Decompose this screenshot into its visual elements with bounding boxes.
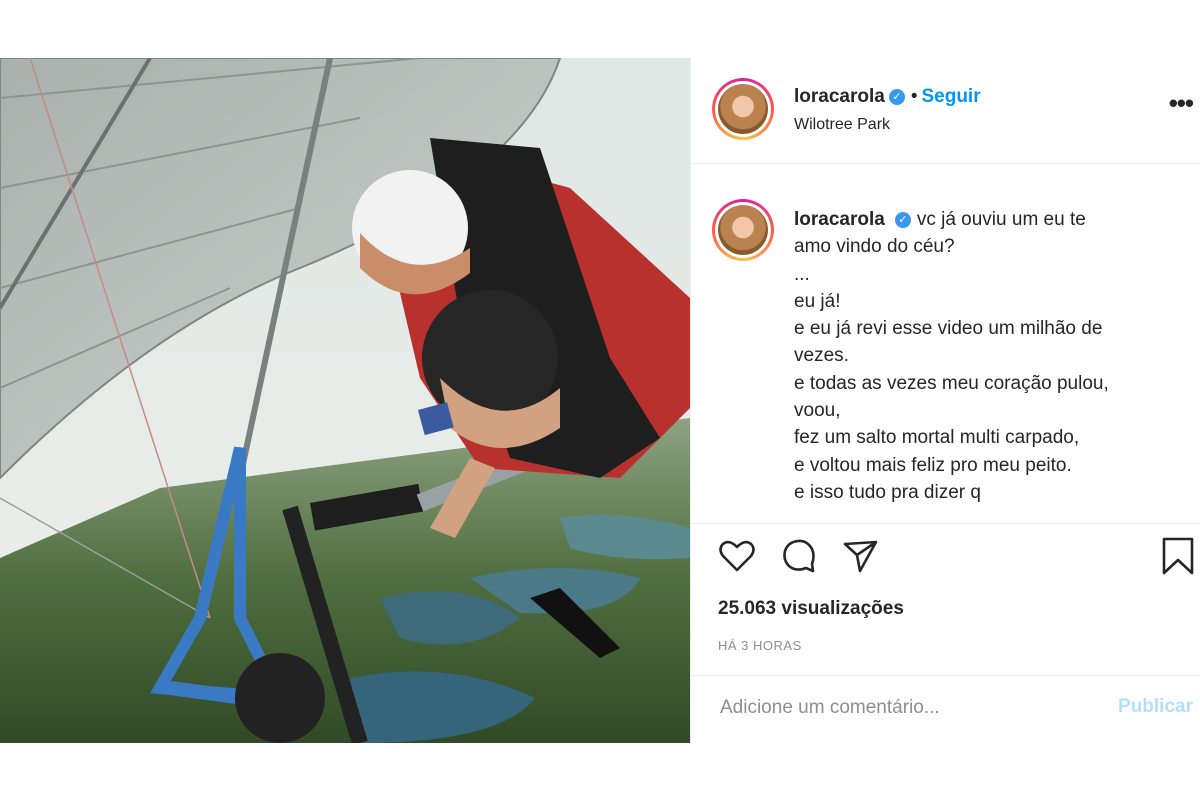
username-link[interactable]: loracarola [794,86,885,107]
caption-avatar-border [715,202,771,258]
avatar[interactable] [712,78,774,140]
caption-line: e isso tudo pra dizer q [794,481,981,503]
bookmark-icon[interactable] [1158,536,1198,576]
caption-verified-icon: ✓ [894,212,911,228]
avatar-border [715,81,771,137]
location-link[interactable]: Wilotree Park [794,116,890,134]
caption-line-text: vc já ouviu um eu te [916,209,1086,230]
caption-text: loracarola ✓ vc já ouviu um eu te amo vind… [794,206,1174,506]
caption-username[interactable]: loracarola [794,209,885,230]
caption-line: vezes. [794,345,849,367]
avatar-image [718,84,768,134]
caption-avatar[interactable] [712,199,774,261]
publish-button[interactable]: Publicar [1118,696,1193,718]
caption-line: e voltou mais feliz pro meu peito. [794,454,1072,476]
comment-input[interactable] [718,696,1052,720]
caption-line: fez um salto mortal multi carpado, [794,427,1080,449]
follow-button[interactable]: Seguir [921,86,980,107]
heart-icon[interactable] [717,536,757,576]
hang-gliding-image [0,58,690,743]
post-header: loracarola ✓ • Seguir Wilotree Park ••• [691,58,1200,164]
action-bar [691,536,1200,584]
caption-line: e eu já revi esse video um milhão de [794,318,1103,340]
header-user: loracarola ✓ • Seguir [794,86,981,108]
instagram-post: loracarola ✓ • Seguir Wilotree Park ••• lor… [0,58,1200,743]
comment-bar: Publicar [691,675,1200,743]
post-side-panel: loracarola ✓ • Seguir Wilotree Park ••• lor… [690,58,1200,743]
share-icon[interactable] [841,536,881,576]
caption-line: amo vindo do céu? [794,236,955,258]
verified-icon: ✓ [888,89,905,105]
more-options-icon[interactable]: ••• [1169,88,1194,119]
caption-line: voou, [794,400,841,422]
caption-line: e todas as vezes meu coração pulou, [794,372,1109,394]
caption-avatar-image [718,205,768,255]
separator-dot: • [910,86,918,107]
caption-area[interactable]: loracarola ✓ vc já ouviu um eu te amo vind… [691,164,1200,524]
post-photo[interactable] [0,58,690,743]
caption-line: eu já! [794,290,841,312]
caption-line: ... [794,263,810,285]
comment-icon[interactable] [779,536,819,576]
views-count[interactable]: 25.063 visualizações [718,598,904,620]
caption-line: loracarola ✓ vc já ouviu um eu te [794,206,1174,233]
post-time[interactable]: HÁ 3 HORAS [718,638,802,653]
